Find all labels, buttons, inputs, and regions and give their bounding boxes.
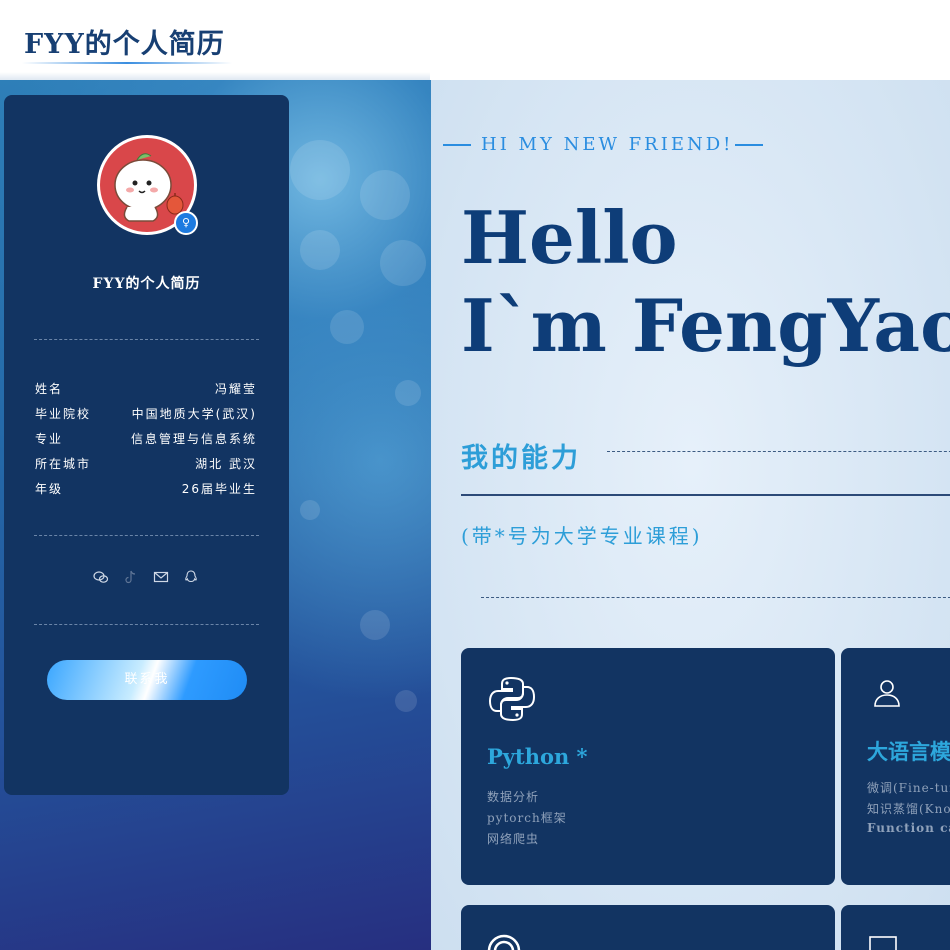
topbar-shadow bbox=[0, 72, 430, 80]
skill-item: 知识蒸馏(Knowledge Distillation) bbox=[867, 802, 950, 816]
python-icon bbox=[487, 674, 537, 724]
skill-item: 微调(Fine-tuning) bbox=[867, 781, 950, 795]
info-row-name: 姓名 冯耀莹 bbox=[35, 380, 257, 400]
divider bbox=[34, 624, 259, 625]
user-icon bbox=[867, 674, 917, 724]
skill-item: Function calling bbox=[867, 821, 950, 835]
note-dash bbox=[481, 597, 950, 598]
section-heading: 我的能力 bbox=[461, 443, 581, 474]
site-brand[interactable]: FYY的个人简历 bbox=[24, 22, 225, 61]
hero-name: I`m FengYaoYing bbox=[461, 283, 950, 368]
contact-button[interactable]: 联系我 bbox=[47, 660, 247, 700]
top-bar: FYY的个人简历 bbox=[0, 0, 950, 80]
info-key: 毕业院校 bbox=[35, 407, 92, 421]
heading-underline bbox=[461, 494, 950, 496]
hero-hello: Hello bbox=[461, 195, 678, 280]
skill-card-python[interactable]: Python * 数据分析 pytorch框架 网络爬虫 bbox=[461, 648, 835, 885]
eyebrow-line-left bbox=[443, 144, 471, 146]
divider bbox=[34, 339, 259, 340]
skill-card-llm[interactable]: 大语言模型 微调(Fine-tuning) 知识蒸馏(Knowledge Dis… bbox=[841, 648, 950, 885]
skill-item: 网络爬虫 bbox=[487, 832, 540, 846]
monitor-icon bbox=[867, 935, 917, 950]
skill-item: pytorch框架 bbox=[487, 811, 567, 825]
divider bbox=[34, 535, 259, 536]
heading-dash bbox=[607, 451, 950, 452]
info-key: 姓名 bbox=[35, 382, 64, 396]
qq-icon[interactable] bbox=[182, 569, 200, 587]
section-note: (带*号为大学专业课程) bbox=[461, 524, 703, 548]
info-value: 26届毕业生 bbox=[181, 482, 257, 496]
skill-title: Python * bbox=[487, 744, 588, 769]
skill-card-3[interactable] bbox=[461, 905, 835, 950]
info-row-city: 所在城市 湖北 武汉 bbox=[35, 455, 257, 475]
skill-title: 大语言模型 bbox=[867, 739, 950, 764]
info-row-school: 毕业院校 中国地质大学(武汉) bbox=[35, 405, 257, 425]
info-value: 湖北 武汉 bbox=[195, 457, 257, 471]
info-value: 中国地质大学(武汉) bbox=[131, 407, 257, 421]
info-key: 专业 bbox=[35, 432, 64, 446]
wechat-icon[interactable] bbox=[92, 569, 110, 587]
info-value: 冯耀莹 bbox=[214, 382, 257, 396]
info-key: 年级 bbox=[35, 482, 64, 496]
skill-item: 数据分析 bbox=[487, 790, 540, 804]
info-row-major: 专业 信息管理与信息系统 bbox=[35, 430, 257, 450]
main-content: HI MY NEW FRIEND! Hello I`m FengYaoYing … bbox=[431, 80, 950, 950]
social-links bbox=[92, 569, 202, 589]
eyebrow-text: HI MY NEW FRIEND! bbox=[481, 134, 734, 155]
eyebrow: HI MY NEW FRIEND! bbox=[443, 134, 763, 155]
mail-icon[interactable] bbox=[152, 569, 170, 587]
info-value: 信息管理与信息系统 bbox=[130, 432, 257, 446]
skill-card-4[interactable] bbox=[841, 905, 950, 950]
eyebrow-line-right bbox=[735, 144, 763, 146]
info-key: 所在城市 bbox=[35, 457, 92, 471]
info-row-grade: 年级 26届毕业生 bbox=[35, 480, 257, 500]
profile-title: FYY的个人简历 bbox=[92, 276, 201, 292]
target-icon bbox=[487, 931, 537, 950]
verified-badge-icon: ♀ bbox=[174, 211, 198, 235]
profile-card: ♀ FYY的个人简历 姓名 冯耀莹 毕业院校 中国地质大学(武汉) 专业 信息管… bbox=[4, 95, 289, 795]
tiktok-icon[interactable] bbox=[122, 569, 140, 587]
brand-underline bbox=[22, 62, 232, 64]
